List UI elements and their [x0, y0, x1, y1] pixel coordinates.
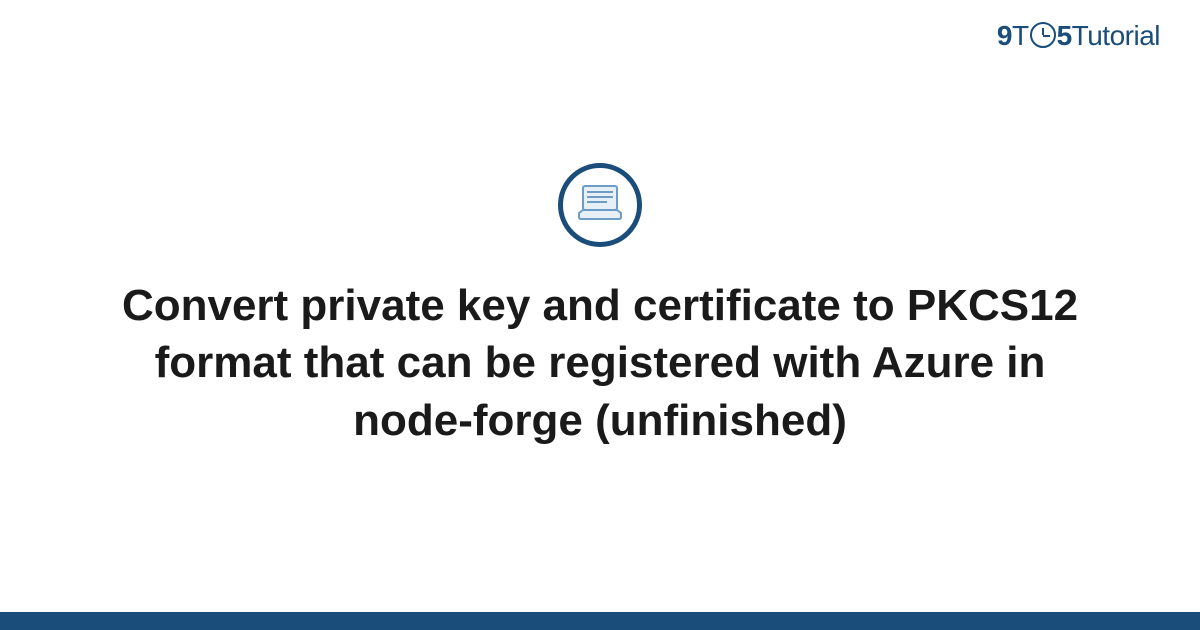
main-content: Convert private key and certificate to P…	[0, 0, 1200, 612]
laptop-icon	[577, 183, 623, 228]
footer-bar	[0, 612, 1200, 630]
page-title: Convert private key and certificate to P…	[120, 277, 1080, 449]
page-icon-circle	[558, 163, 642, 247]
